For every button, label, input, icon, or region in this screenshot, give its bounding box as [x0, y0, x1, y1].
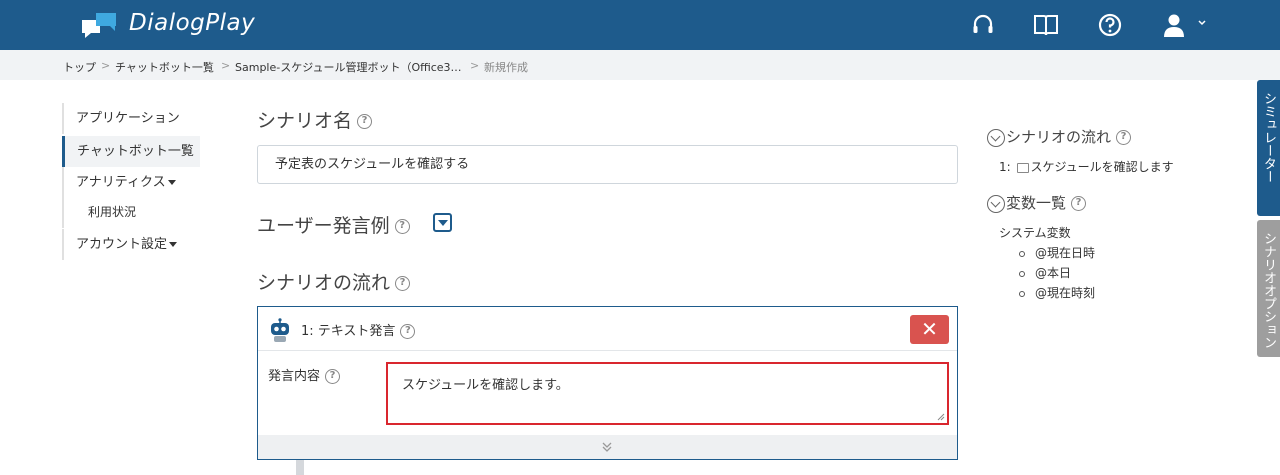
nav-item-analytics[interactable]: アナリティクス [62, 167, 200, 198]
help-icon[interactable]: ? [1071, 196, 1087, 211]
breadcrumb-current: 新規作成 [484, 61, 528, 74]
card-header: 1: テキスト発言? ✕ [258, 307, 957, 351]
simulator-tab[interactable]: シミュレーター [1257, 80, 1280, 216]
bullet-icon [1019, 290, 1025, 297]
collapse-icon[interactable] [987, 194, 1005, 213]
scenario-name-title: シナリオ名 [257, 110, 353, 132]
scenario-flow-title: シナリオの流れ [257, 272, 391, 294]
breadcrumb-separator: > [101, 59, 111, 72]
double-chevron-down-icon[interactable] [601, 441, 613, 453]
flow-item-number: 1: [999, 160, 1011, 174]
variable-item[interactable]: @本日 [1019, 264, 1071, 281]
variable-name: @現在時刻 [1035, 286, 1096, 300]
variables-title: 変数一覧 [1006, 194, 1067, 212]
help-icon[interactable]: ? [400, 324, 416, 339]
caret-down-icon [169, 242, 178, 247]
card-expand-bar[interactable] [258, 435, 957, 459]
flow-connector-line [296, 460, 304, 475]
nav-item-chatbot-list[interactable]: チャットボット一覧 [62, 136, 200, 167]
robot-icon [271, 318, 289, 342]
top-header: DialogPlay [0, 0, 1280, 50]
nav-item-label: チャットボット一覧 [77, 144, 194, 159]
breadcrumb-separator: > [470, 59, 480, 72]
user-icon[interactable] [1161, 12, 1187, 38]
utterance-content-text: スケジュールを確認します。 [402, 378, 569, 393]
user-examples-title: ユーザー発言例 [257, 215, 390, 237]
nav-item-usage[interactable]: 利用状況 [62, 197, 200, 228]
system-variables-label: システム変数 [999, 226, 1071, 240]
variables-heading[interactable]: 変数一覧? [987, 192, 1087, 213]
breadcrumb: トップ > チャットボット一覧 > Sample-スケジュール管理ボット（Off… [0, 50, 1280, 80]
nav-item-label: アプリケーション [76, 111, 180, 126]
chat-bubbles-logo-icon [82, 13, 116, 38]
breadcrumb-top[interactable]: トップ [63, 59, 96, 75]
flow-item-text: スケジュールを確認します [1030, 160, 1174, 174]
help-icon[interactable]: ? [1116, 130, 1132, 145]
chevron-down-icon[interactable] [1197, 18, 1207, 28]
text-utterance-card: 1: テキスト発言? ✕ 発言内容? スケジュールを確認します。 [257, 306, 958, 460]
variable-name: @本日 [1035, 266, 1072, 280]
variable-item[interactable]: @現在日時 [1019, 244, 1095, 261]
nav-item-label: アナリティクス [76, 175, 166, 190]
variable-name: @現在日時 [1035, 246, 1096, 260]
nav-item-label: アカウント設定 [76, 237, 168, 252]
headset-icon[interactable] [970, 12, 996, 38]
right-flow-title: シナリオの流れ [1006, 128, 1112, 146]
expand-user-examples-button[interactable] [433, 213, 452, 232]
variable-item[interactable]: @現在時刻 [1019, 284, 1095, 301]
content-label: 発言内容 [268, 369, 321, 384]
speech-bubble-icon [1016, 162, 1029, 173]
breadcrumb-bot[interactable]: Sample-スケジュール管理ボット（Office3… [235, 59, 462, 75]
flow-list-item[interactable]: 1: スケジュールを確認します [999, 158, 1174, 175]
bullet-icon [1019, 270, 1025, 277]
help-icon[interactable]: ? [394, 219, 410, 234]
scenario-flow-heading: シナリオの流れ? [257, 268, 411, 295]
nav-item-account-settings[interactable]: アカウント設定 [62, 229, 200, 260]
breadcrumb-separator: > [221, 59, 231, 72]
scenario-name-input[interactable]: 予定表のスケジュールを確認する [257, 145, 958, 184]
resize-handle-icon[interactable] [937, 413, 945, 421]
collapse-icon[interactable] [987, 128, 1005, 147]
nav-item-label: 利用状況 [88, 205, 137, 219]
user-examples-heading: ユーザー発言例? [257, 211, 410, 238]
breadcrumb-chatbot-list[interactable]: チャットボット一覧 [115, 59, 214, 75]
brand-name[interactable]: DialogPlay [129, 10, 255, 36]
help-icon[interactable]: ? [357, 114, 373, 129]
card-title-text: 1: テキスト発言 [301, 324, 396, 339]
scenario-name-heading: シナリオ名? [257, 106, 373, 133]
card-title: 1: テキスト発言? [301, 320, 416, 339]
help-icon[interactable] [1097, 12, 1123, 38]
content-label-row: 発言内容? [268, 365, 341, 384]
right-flow-heading[interactable]: シナリオの流れ? [987, 126, 1132, 147]
nav-item-applications[interactable]: アプリケーション [62, 103, 200, 134]
scenario-options-tab[interactable]: シナリオオプション [1257, 220, 1280, 357]
delete-card-button[interactable]: ✕ [910, 315, 949, 344]
book-icon[interactable] [1033, 12, 1059, 38]
utterance-content-textarea[interactable]: スケジュールを確認します。 [386, 362, 949, 425]
help-icon[interactable]: ? [395, 276, 411, 291]
caret-down-icon [167, 180, 176, 185]
help-icon[interactable]: ? [325, 369, 341, 384]
bullet-icon [1019, 250, 1025, 257]
